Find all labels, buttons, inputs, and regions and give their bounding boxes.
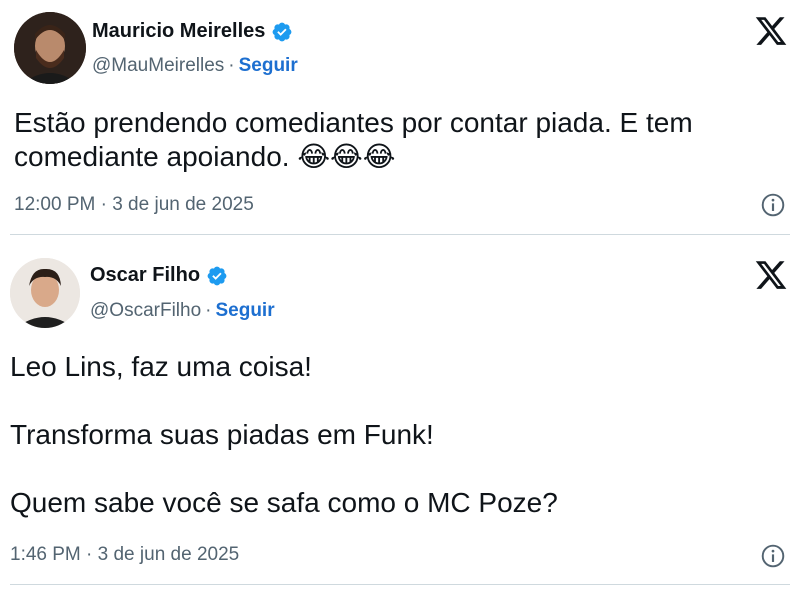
tweet-card-1: Mauricio Meirelles @MauMeirelles · Seguir … bbox=[0, 0, 800, 236]
tweet-text: Leo Lins, faz uma coisa! Transforma suas… bbox=[10, 350, 790, 520]
tweet-timestamp[interactable]: 1:46 PM · 3 de jun de 2025 bbox=[10, 544, 239, 566]
tweet-paragraph: Quem sabe você se safa como o MC Poze? bbox=[10, 487, 558, 518]
avatar[interactable] bbox=[14, 12, 86, 84]
divider bbox=[10, 234, 790, 235]
tweet-card-2: Oscar Filho @OscarFilho · Seguir Leo Lins,… bbox=[0, 236, 800, 600]
info-icon[interactable] bbox=[760, 543, 786, 569]
author-row: Mauricio Meirelles bbox=[92, 20, 293, 43]
laughing-emoji: 😂😂😂 bbox=[297, 141, 396, 172]
author-handle[interactable]: @OscarFilho bbox=[90, 300, 201, 321]
tweet-paragraph: Transforma suas piadas em Funk! bbox=[10, 419, 434, 450]
info-icon[interactable] bbox=[760, 192, 786, 218]
separator-dot: · bbox=[205, 300, 212, 321]
author-handle[interactable]: @MauMeirelles bbox=[92, 55, 224, 76]
tweet-timestamp[interactable]: 12:00 PM · 3 de jun de 2025 bbox=[14, 194, 254, 216]
divider bbox=[10, 584, 790, 585]
author-row: Oscar Filho bbox=[90, 264, 228, 287]
follow-button[interactable]: Seguir bbox=[239, 55, 298, 76]
author-name[interactable]: Oscar Filho bbox=[90, 264, 200, 287]
author-name[interactable]: Mauricio Meirelles bbox=[92, 20, 265, 43]
avatar[interactable] bbox=[10, 258, 80, 328]
handle-row: @OscarFilho · Seguir bbox=[90, 300, 275, 322]
verified-badge-icon bbox=[207, 266, 227, 285]
x-logo-icon[interactable] bbox=[754, 258, 788, 292]
x-logo-icon[interactable] bbox=[754, 14, 788, 48]
handle-row: @MauMeirelles · Seguir bbox=[92, 55, 298, 77]
tweet-text: Estão prendendo comediantes por contar p… bbox=[14, 106, 784, 174]
separator-dot: · bbox=[228, 55, 235, 76]
tweet-paragraph: Leo Lins, faz uma coisa! bbox=[10, 351, 312, 382]
verified-badge-icon bbox=[273, 22, 292, 41]
follow-button[interactable]: Seguir bbox=[215, 300, 274, 321]
